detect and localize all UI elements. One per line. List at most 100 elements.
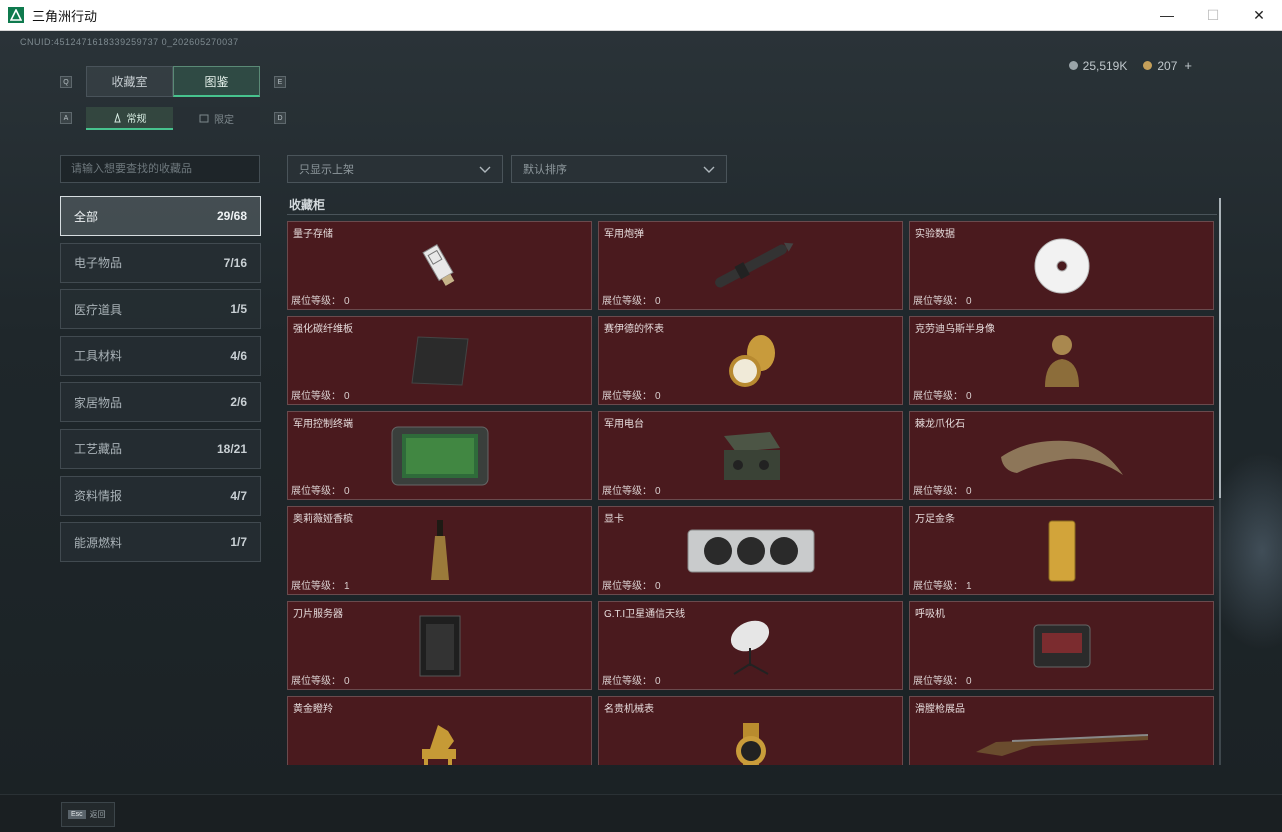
item-card[interactable]: 强化碳纤维板 展位等级： 0 [287, 316, 592, 405]
minimize-button[interactable]: — [1144, 0, 1190, 30]
category-item-household[interactable]: 家居物品 2/6 [60, 382, 261, 423]
subtab-limited[interactable]: 限定 [173, 107, 260, 130]
category-label: 全部 [74, 209, 99, 224]
item-card[interactable]: 奥莉薇娅香槟 展位等级： 1 [287, 506, 592, 595]
item-card[interactable]: 军用炮弹 展位等级： 0 [598, 221, 903, 310]
bust-icon [1044, 334, 1079, 387]
item-name: 强化碳纤维板 [293, 324, 353, 335]
item-card[interactable]: 克劳迪乌斯半身像 展位等级： 0 [909, 316, 1214, 405]
category-label: 工具材料 [74, 349, 123, 364]
key-hint-e: E [274, 76, 286, 88]
scrollbar-thumb[interactable] [1219, 198, 1221, 498]
category-label: 能源燃料 [74, 535, 123, 550]
radio-icon [723, 431, 780, 480]
item-name: 军用电台 [604, 419, 644, 430]
item-name: 军用控制终端 [293, 419, 353, 430]
item-name: G.T.I卫星通信天线 [604, 609, 686, 620]
esc-key-icon: Esc [68, 810, 86, 819]
item-name: 呼吸机 [915, 609, 945, 620]
item-name: 赛伊德的怀表 [604, 324, 664, 335]
item-card[interactable]: 呼吸机 展位等级： 0 [909, 601, 1214, 690]
server-icon [419, 615, 460, 676]
show-only-dropdown[interactable]: 只显示上架 [287, 155, 503, 183]
item-name: 克劳迪乌斯半身像 [915, 324, 995, 335]
item-card[interactable]: 量子存储 展位等级： 0 [287, 221, 592, 310]
claw-fossil-icon [1000, 440, 1123, 475]
sub-tabs: 常规 限定 [86, 107, 260, 130]
section-title: 收藏柜 [289, 198, 326, 212]
game-viewport: CNUID:4512471618339259737 0_202605270037… [0, 31, 1282, 794]
graphics-card-icon [687, 529, 814, 572]
usb-drive-icon [421, 243, 454, 286]
carbon-plate-icon [410, 335, 469, 386]
item-name: 军用炮弹 [604, 229, 644, 240]
category-count: 4/7 [230, 488, 247, 503]
item-card[interactable]: 棘龙爪化石 展位等级： 0 [909, 411, 1214, 500]
close-button[interactable]: ✕ [1236, 0, 1282, 30]
limited-icon [199, 114, 209, 123]
chevron-down-icon [703, 166, 715, 173]
gold-coin-icon [1143, 61, 1153, 70]
add-currency-button[interactable]: + [1184, 58, 1192, 73]
item-name: 量子存储 [293, 229, 333, 240]
currency-gold[interactable]: 207 + [1143, 58, 1192, 73]
item-level: 展位等级： 1 [291, 581, 350, 592]
tablet-terminal-icon [391, 426, 488, 485]
category-label: 资料情报 [74, 489, 123, 504]
item-level: 展位等级： 0 [913, 391, 972, 402]
key-hint-d: D [274, 112, 286, 124]
item-card[interactable]: 黄金瞪羚 展位等级： [287, 696, 592, 765]
category-item-energy[interactable]: 能源燃料 1/7 [60, 522, 261, 563]
category-item-crafts[interactable]: 工艺藏品 18/21 [60, 428, 261, 469]
category-count: 18/21 [216, 441, 247, 456]
sort-dropdown[interactable]: 默认排序 [511, 155, 727, 183]
item-card[interactable]: 军用电台 展位等级： 0 [598, 411, 903, 500]
item-name: 奥莉薇娅香槟 [293, 514, 353, 525]
item-card[interactable]: 滑膛枪展品 展位等级： [909, 696, 1214, 765]
item-card[interactable]: G.T.I卫星通信天线 展位等级： 0 [598, 601, 903, 690]
gold-bar-icon [1048, 520, 1075, 581]
item-card[interactable]: 名贵机械表 展位等级： [598, 696, 903, 765]
currency-bar: 25,519K 207 + [1068, 58, 1192, 73]
search-input[interactable] [60, 155, 260, 183]
category-count: 7/16 [223, 255, 247, 270]
category-item-electronics[interactable]: 电子物品 7/16 [60, 242, 261, 283]
category-item-intel[interactable]: 资料情报 4/7 [60, 475, 261, 516]
item-level: 展位等级： 0 [602, 391, 661, 402]
item-level: 展位等级： 1 [913, 581, 972, 592]
category-label: 工艺藏品 [74, 442, 123, 457]
item-card[interactable]: 万足金条 展位等级： 1 [909, 506, 1214, 595]
main-tabs: 收藏室 图鉴 [86, 66, 260, 97]
bottom-bar: Esc 返回 [0, 794, 1282, 832]
category-count: 1/5 [230, 302, 247, 317]
key-hint-q: Q [60, 76, 72, 88]
maximize-button[interactable]: ☐ [1190, 0, 1236, 30]
category-item-tools[interactable]: 工具材料 4/6 [60, 335, 261, 376]
item-card[interactable]: 刀片服务器 展位等级： 0 [287, 601, 592, 690]
category-item-all[interactable]: 全部 29/68 [60, 196, 261, 236]
tab-catalog[interactable]: 图鉴 [173, 66, 260, 97]
currency-silver: 25,519K [1068, 58, 1128, 73]
currency-value: 25,519K [1082, 58, 1128, 73]
champagne-icon [430, 519, 449, 580]
silver-coin-icon [1068, 61, 1078, 70]
item-level: 展位等级： 0 [291, 486, 350, 497]
normal-icon [113, 112, 121, 122]
dropdown-value: 默认排序 [523, 164, 567, 176]
item-card[interactable]: 显卡 展位等级： 0 [598, 506, 903, 595]
item-level: 展位等级： 0 [291, 391, 350, 402]
subtab-normal[interactable]: 常规 [86, 107, 173, 130]
category-label: 电子物品 [74, 256, 123, 271]
tab-collection-room[interactable]: 收藏室 [86, 66, 173, 97]
satellite-dish-icon [730, 620, 769, 675]
item-card[interactable]: 实验数据 展位等级： 0 [909, 221, 1214, 310]
scrollbar[interactable] [1219, 198, 1221, 765]
item-card[interactable]: 军用控制终端 展位等级： 0 [287, 411, 592, 500]
ventilator-icon [1033, 624, 1090, 667]
category-item-medical[interactable]: 医疗道具 1/5 [60, 289, 261, 330]
collection-grid: 量子存储 展位等级： 0 军用炮弹 展位等级： 0 实验数据 展位等级： 0 强化碳纤… [287, 221, 1215, 765]
category-label: 医疗道具 [74, 302, 123, 317]
item-card[interactable]: 赛伊德的怀表 展位等级： 0 [598, 316, 903, 405]
back-button[interactable]: Esc 返回 [61, 802, 115, 827]
category-count: 29/68 [216, 209, 247, 223]
